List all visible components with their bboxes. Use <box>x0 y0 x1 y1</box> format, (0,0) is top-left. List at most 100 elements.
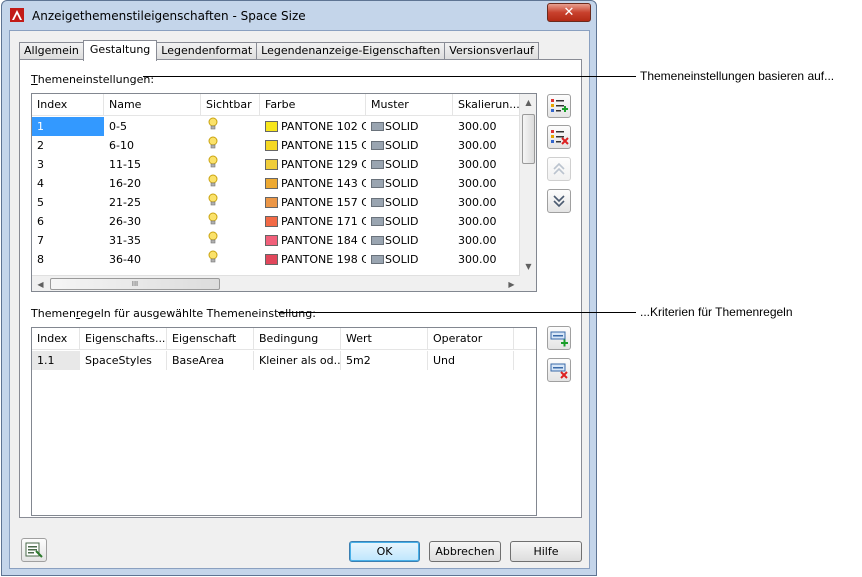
theme-cell-index[interactable]: 4 <box>32 174 104 193</box>
rule-cell-value[interactable]: 5m2 <box>341 351 428 370</box>
rules-column-header-wert[interactable]: Wert <box>341 328 428 350</box>
add-theme-setting-button[interactable] <box>547 94 571 118</box>
rules-column-header-bedingung[interactable]: Bedingung <box>254 328 341 350</box>
theme-cell-index[interactable]: 3 <box>32 155 104 174</box>
move-down-button[interactable] <box>547 189 571 213</box>
theme-setting-row[interactable]: 6 26-30 PANTONE 171 C SOLID 300.00 <box>32 212 520 231</box>
theme-setting-row[interactable]: 5 21-25 PANTONE 157 C SOLID 300.00 <box>32 193 520 212</box>
theme-setting-row[interactable]: 8 36-40 PANTONE 198 C SOLID 300.00 <box>32 250 520 269</box>
help-button[interactable]: Hilfe <box>510 541 582 562</box>
theme-cell-name[interactable]: 21-25 <box>104 193 201 212</box>
column-header-sichtbar[interactable]: Sichtbar <box>201 94 260 116</box>
tab-versionsverlauf[interactable]: Versionsverlauf <box>444 42 539 60</box>
theme-cell-pattern[interactable]: SOLID <box>366 155 453 174</box>
add-rule-button[interactable] <box>547 326 571 350</box>
close-button[interactable]: ✕ <box>547 3 591 22</box>
theme-settings-list[interactable]: Index Name Sichtbar Farbe Muster Skalier… <box>31 93 537 292</box>
theme-setting-row[interactable]: 4 16-20 PANTONE 143 C SOLID 300.00 <box>32 174 520 193</box>
theme-cell-color[interactable]: PANTONE 115 C <box>260 136 366 155</box>
rule-cell-property-set[interactable]: SpaceStyles <box>80 351 167 370</box>
theme-cell-index[interactable]: 8 <box>32 250 104 269</box>
column-header-skalierung[interactable]: Skalierun... <box>453 94 520 116</box>
theme-cell-color[interactable]: PANTONE 171 C <box>260 212 366 231</box>
lightbulb-on-icon[interactable] <box>208 250 218 264</box>
theme-cell-name[interactable]: 26-30 <box>104 212 201 231</box>
theme-cell-name[interactable]: 36-40 <box>104 250 201 269</box>
theme-cell-scale[interactable]: 300.00 <box>453 212 520 231</box>
remove-theme-setting-button[interactable] <box>547 125 571 149</box>
column-header-muster[interactable]: Muster <box>366 94 453 116</box>
theme-cell-pattern[interactable]: SOLID <box>366 212 453 231</box>
theme-cell-pattern[interactable]: SOLID <box>366 136 453 155</box>
theme-cell-name[interactable]: 11-15 <box>104 155 201 174</box>
theme-setting-row[interactable]: 3 11-15 PANTONE 129 C SOLID 300.00 <box>32 155 520 174</box>
rule-cell-operator[interactable]: Und <box>428 351 514 370</box>
lightbulb-on-icon[interactable] <box>208 136 218 150</box>
scroll-down-icon[interactable]: ▼ <box>520 258 536 275</box>
theme-cell-scale[interactable]: 300.00 <box>453 174 520 193</box>
theme-setting-row[interactable]: 7 31-35 PANTONE 184 C SOLID 300.00 <box>32 231 520 250</box>
rules-column-header-eigenschaft[interactable]: Eigenschaft <box>167 328 254 350</box>
theme-cell-scale[interactable]: 300.00 <box>453 136 520 155</box>
theme-cell-pattern[interactable]: SOLID <box>366 117 453 136</box>
remove-rule-button[interactable] <box>547 358 571 382</box>
theme-cell-color[interactable]: PANTONE 129 C <box>260 155 366 174</box>
tab-gestaltung[interactable]: Gestaltung <box>82 40 158 61</box>
theme-cell-name[interactable]: 0-5 <box>104 117 201 136</box>
theme-setting-row[interactable]: 2 6-10 PANTONE 115 C SOLID 300.00 <box>32 136 520 155</box>
vertical-scroll-thumb[interactable] <box>522 114 535 164</box>
theme-setting-row[interactable]: 1 0-5 PANTONE 102 C SOLID 300.00 <box>32 117 520 136</box>
theme-cell-name[interactable]: 31-35 <box>104 231 201 250</box>
theme-cell-color[interactable]: PANTONE 184 C <box>260 231 366 250</box>
theme-cell-scale[interactable]: 300.00 <box>453 155 520 174</box>
column-header-name[interactable]: Name <box>104 94 201 116</box>
move-up-button[interactable] <box>547 157 571 181</box>
theme-cell-pattern[interactable]: SOLID <box>366 250 453 269</box>
scroll-right-icon[interactable]: ▶ <box>503 276 520 291</box>
lightbulb-on-icon[interactable] <box>208 231 218 245</box>
lightbulb-on-icon[interactable] <box>208 117 218 131</box>
theme-cell-scale[interactable]: 300.00 <box>453 117 520 136</box>
theme-cell-name[interactable]: 6-10 <box>104 136 201 155</box>
theme-list-horizontal-scrollbar[interactable]: ◀ III ▶ <box>32 275 520 291</box>
column-header-farbe[interactable]: Farbe <box>260 94 366 116</box>
lightbulb-on-icon[interactable] <box>208 174 218 188</box>
theme-cell-visible[interactable] <box>201 250 260 269</box>
theme-cell-index[interactable]: 7 <box>32 231 104 250</box>
horizontal-scroll-thumb[interactable]: III <box>50 278 220 290</box>
theme-cell-color[interactable]: PANTONE 102 C <box>260 117 366 136</box>
theme-cell-scale[interactable]: 300.00 <box>453 250 520 269</box>
rule-cell-index[interactable]: 1.1 <box>32 351 80 370</box>
theme-cell-visible[interactable] <box>201 155 260 174</box>
theme-cell-scale[interactable]: 300.00 <box>453 231 520 250</box>
theme-cell-color[interactable]: PANTONE 157 C <box>260 193 366 212</box>
rules-column-header-eigenschaftssatz[interactable]: Eigenschafts... <box>80 328 167 350</box>
theme-cell-visible[interactable] <box>201 231 260 250</box>
ok-button[interactable]: OK <box>349 541 420 562</box>
tab-allgemein[interactable]: Allgemein <box>19 42 84 60</box>
scroll-up-icon[interactable]: ▲ <box>520 94 536 111</box>
theme-cell-scale[interactable]: 300.00 <box>453 193 520 212</box>
tab-legendenanzeige-eigenschaften[interactable]: Legendenanzeige-Eigenschaften <box>256 42 446 60</box>
lightbulb-on-icon[interactable] <box>208 155 218 169</box>
theme-cell-pattern[interactable]: SOLID <box>366 193 453 212</box>
theme-cell-color[interactable]: PANTONE 143 C <box>260 174 366 193</box>
rule-row[interactable]: 1.1 SpaceStyles BaseArea Kleiner als od.… <box>32 351 514 370</box>
theme-cell-index[interactable]: 5 <box>32 193 104 212</box>
theme-cell-pattern[interactable]: SOLID <box>366 174 453 193</box>
column-header-index[interactable]: Index <box>32 94 104 116</box>
theme-cell-index[interactable]: 6 <box>32 212 104 231</box>
theme-cell-pattern[interactable]: SOLID <box>366 231 453 250</box>
rules-column-header-index[interactable]: Index <box>32 328 80 350</box>
lightbulb-on-icon[interactable] <box>208 212 218 226</box>
theme-cell-index[interactable]: 1 <box>32 117 104 136</box>
tab-legendenformat[interactable]: Legendenformat <box>156 42 258 60</box>
theme-cell-visible[interactable] <box>201 174 260 193</box>
rule-cell-condition[interactable]: Kleiner als od... <box>254 351 341 370</box>
theme-cell-visible[interactable] <box>201 212 260 231</box>
lightbulb-on-icon[interactable] <box>208 193 218 207</box>
theme-cell-color[interactable]: PANTONE 198 C <box>260 250 366 269</box>
scroll-left-icon[interactable]: ◀ <box>32 276 49 291</box>
theme-cell-index[interactable]: 2 <box>32 136 104 155</box>
cancel-button[interactable]: Abbrechen <box>429 541 501 562</box>
